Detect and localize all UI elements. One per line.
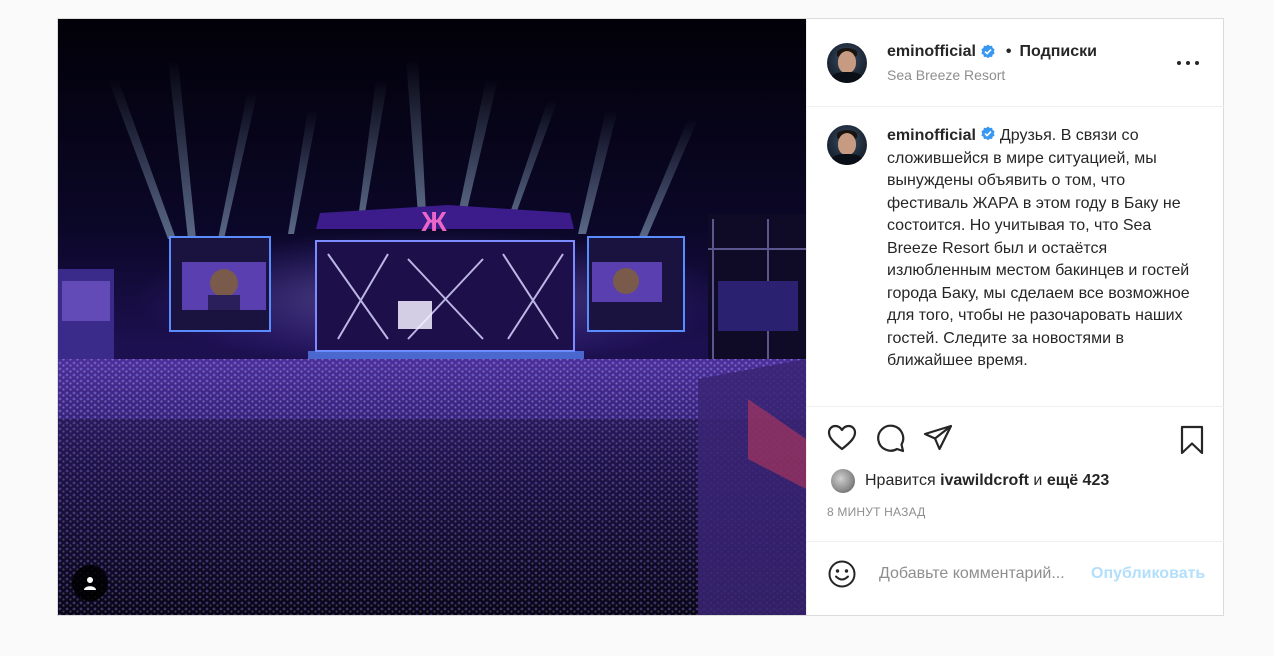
location-link[interactable]: Sea Breeze Resort (887, 67, 1097, 83)
liker-username-link[interactable]: ivawildcroft (940, 472, 1029, 490)
likes-prefix: Нравится (865, 472, 936, 489)
instagram-post: Ж eminofficial • Подписки Sea Breeze Res… (57, 18, 1226, 616)
comment-input[interactable] (877, 564, 1091, 584)
likes-summary: Нравится ivawildcroft и ещё 423 (807, 469, 1225, 493)
person-tag-icon (84, 577, 96, 590)
bookmark-icon[interactable] (1179, 425, 1205, 455)
post-timestamp[interactable]: 8 МИНУТ НАЗАД (807, 505, 1225, 521)
publish-button[interactable]: Опубликовать (1091, 565, 1205, 583)
verified-badge-icon (981, 44, 995, 58)
username-link[interactable]: eminofficial (887, 43, 976, 61)
more-options-icon (1177, 61, 1182, 65)
liker-avatar[interactable] (831, 469, 855, 493)
paper-plane-icon[interactable] (923, 423, 953, 453)
concert-stage-photo: Ж (58, 19, 806, 615)
comment-box: Опубликовать (807, 541, 1226, 606)
action-bar (807, 407, 1225, 469)
separator-dot: • (1005, 42, 1012, 60)
svg-text:Ж: Ж (420, 206, 447, 237)
following-button[interactable]: Подписки (1020, 43, 1097, 61)
likes-count-link[interactable]: ещё 423 (1047, 472, 1109, 490)
smiley-icon[interactable] (827, 559, 857, 589)
heart-icon[interactable] (827, 423, 857, 453)
verified-badge-icon (981, 126, 995, 141)
post-photo[interactable]: Ж (58, 19, 806, 615)
caption-username-link[interactable]: eminofficial (887, 127, 976, 144)
more-options-button[interactable] (1177, 53, 1200, 73)
caption-section: eminofficial Друзья. В связи со сложивше… (807, 107, 1226, 407)
comment-bubble-icon[interactable] (875, 423, 905, 453)
avatar[interactable] (827, 42, 867, 83)
post-header: eminofficial • Подписки Sea Breeze Resor… (807, 19, 1226, 107)
caption-text: Друзья. В связи со сложившейся в мире си… (887, 127, 1190, 369)
post-caption: eminofficial Друзья. В связи со сложивше… (887, 125, 1199, 406)
caption-avatar[interactable] (827, 125, 867, 165)
tag-people-button[interactable] (72, 565, 108, 601)
likes-and: и (1033, 472, 1043, 489)
post-side-panel: eminofficial • Подписки Sea Breeze Resor… (806, 19, 1226, 615)
